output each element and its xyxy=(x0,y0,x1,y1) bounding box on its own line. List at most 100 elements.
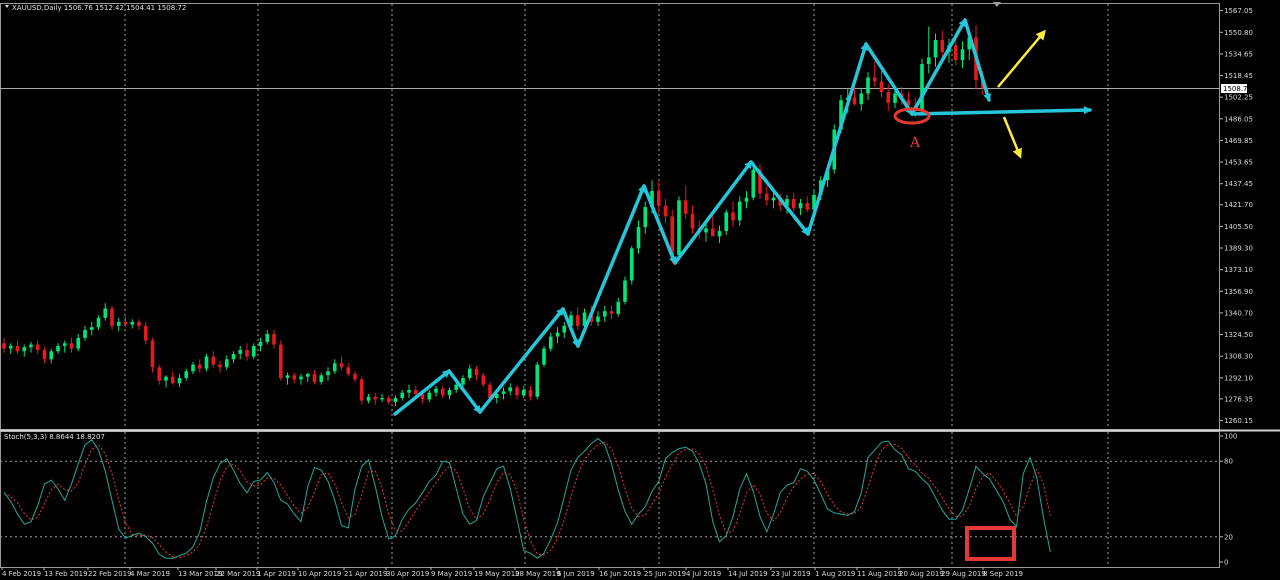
candle-body xyxy=(143,325,148,341)
candle-body xyxy=(211,356,216,365)
candle-body xyxy=(616,301,621,314)
price-tick-label: 1308.30 xyxy=(1224,353,1253,361)
candle-body xyxy=(596,316,600,322)
candle-body xyxy=(656,190,661,206)
candle xyxy=(278,340,283,381)
price-tick-label: 1502.25 xyxy=(1224,94,1253,102)
candle-body xyxy=(866,77,870,94)
date-tick-label: 23 Jul 2019 xyxy=(771,570,811,578)
candle-body xyxy=(744,197,749,202)
candle-body xyxy=(886,92,891,103)
candle-body xyxy=(69,343,74,349)
candle-body xyxy=(177,377,182,384)
candle-body xyxy=(245,349,249,357)
candle-body xyxy=(116,321,121,326)
candle-body xyxy=(791,199,796,209)
stoch-tick-label: 100 xyxy=(1224,433,1237,441)
candle-body xyxy=(609,311,614,314)
price-tick-label: 1534.65 xyxy=(1224,50,1253,58)
candle-body xyxy=(717,231,722,237)
candle xyxy=(920,58,924,114)
candle-body xyxy=(872,77,877,82)
candle-body xyxy=(62,343,67,346)
candle-body xyxy=(737,201,742,221)
candle-body xyxy=(440,388,445,396)
candle-body xyxy=(555,332,560,337)
annotation-label: A xyxy=(909,135,921,151)
price-tick-label: 1260.15 xyxy=(1224,417,1253,425)
candle-body xyxy=(602,311,607,317)
candle-body xyxy=(103,308,108,318)
price-tick-label: 1453.65 xyxy=(1224,159,1253,167)
date-tick-label: 16 Jun 2019 xyxy=(599,570,641,578)
candle-body xyxy=(629,248,634,281)
candle-body xyxy=(89,327,94,330)
candle-body xyxy=(751,169,756,198)
candle-body xyxy=(623,280,627,302)
chart-canvas: A XAUUSD,Daily 1506.76 1512.42 1504.41 1… xyxy=(0,0,1280,580)
candle-body xyxy=(386,398,391,403)
candle xyxy=(359,376,364,405)
candle-body xyxy=(413,389,418,395)
candle-body xyxy=(400,392,405,399)
candle-body xyxy=(690,213,695,229)
candle-body xyxy=(2,343,6,349)
price-tick-label: 1567.05 xyxy=(1224,7,1253,15)
candle-body xyxy=(231,353,236,360)
chart-header-text: XAUUSD,Daily 1506.76 1512.42 1504.41 150… xyxy=(12,4,186,12)
candle-body xyxy=(461,377,465,385)
candle-body xyxy=(157,367,162,381)
candle-body xyxy=(575,315,580,326)
candle-body xyxy=(353,373,357,380)
candle-body xyxy=(278,344,283,378)
candle-body xyxy=(130,321,135,325)
price-tick-label: 1356.90 xyxy=(1224,288,1253,296)
candle-body xyxy=(184,371,189,378)
candle-body xyxy=(805,203,810,210)
date-tick-label: 4 Mar 2019 xyxy=(130,570,170,578)
date-tick-label: 4 Jul 2019 xyxy=(686,570,721,578)
candle-body xyxy=(339,363,344,368)
date-tick-label: 19 May 2019 xyxy=(474,570,520,578)
stoch-tick-label: 0 xyxy=(1224,559,1228,567)
candle-body xyxy=(137,321,141,326)
candle-body xyxy=(83,329,87,338)
date-tick-label: 20 Aug 2019 xyxy=(899,570,944,578)
date-tick-label: 28 May 2019 xyxy=(515,570,561,578)
price-tick-label: 1518.45 xyxy=(1224,72,1253,80)
price-tick-label: 1292.10 xyxy=(1224,374,1253,382)
candle-body xyxy=(454,384,459,390)
candle-body xyxy=(22,347,27,352)
candle-body xyxy=(150,340,155,368)
date-tick-label: 8 Sep 2019 xyxy=(983,570,1023,578)
candle-body xyxy=(542,348,546,365)
date-tick-label: 22 Feb 2019 xyxy=(88,570,132,578)
price-tick-label: 1550.80 xyxy=(1224,29,1253,37)
candle-body xyxy=(380,398,384,400)
candle-body xyxy=(15,345,20,352)
candle-body xyxy=(528,389,533,397)
candle-body xyxy=(299,376,303,380)
stoch-legend-text: Stoch(5,3,3) 8.8644 18.8207 xyxy=(4,433,105,441)
candle-body xyxy=(879,81,884,93)
candle-body xyxy=(798,203,803,209)
candle-body xyxy=(56,345,60,352)
stoch-tick-label: 80 xyxy=(1224,458,1233,466)
date-tick-label: 30 Apr 2019 xyxy=(386,570,429,578)
candle-body xyxy=(710,228,715,237)
date-tick-label: 1 Aug 2019 xyxy=(815,570,855,578)
candle-body xyxy=(29,344,33,348)
candle-body xyxy=(164,376,168,381)
candle-body xyxy=(366,396,371,401)
candle-body xyxy=(197,364,202,369)
candle-body xyxy=(359,379,364,401)
candle-body xyxy=(724,212,729,232)
price-tick-label: 1437.45 xyxy=(1224,180,1253,188)
candle-body xyxy=(474,368,479,376)
date-tick-label: 10 Apr 2019 xyxy=(298,570,341,578)
candle-body xyxy=(312,373,317,382)
candle-body xyxy=(940,40,945,53)
candle-body xyxy=(76,337,81,349)
candle-body xyxy=(893,93,897,103)
candle-body xyxy=(771,197,776,201)
